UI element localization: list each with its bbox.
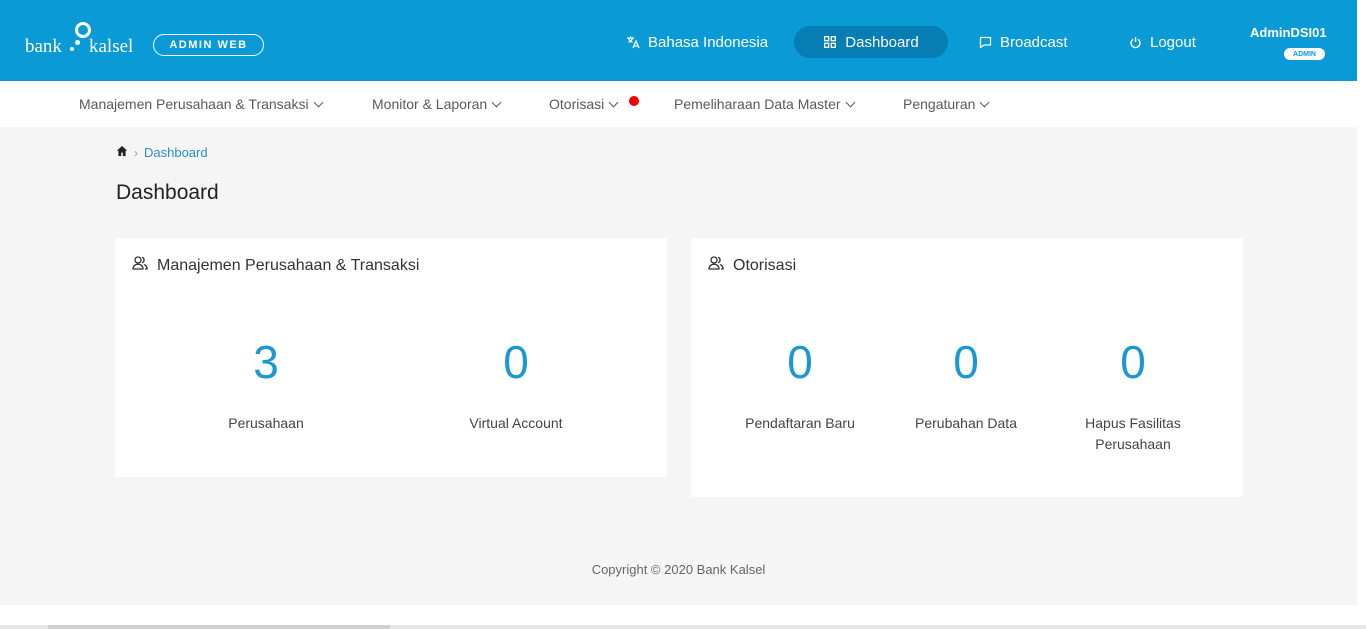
logo-dot-small-icon: [70, 47, 74, 51]
power-icon: [1128, 35, 1142, 49]
menu-label: Monitor & Laporan: [372, 96, 488, 112]
main-menu-bar: Manajemen Perusahaan & Transaksi Monitor…: [0, 81, 1357, 127]
stat-value: 0: [503, 336, 529, 388]
stat-label: Hapus Fasilitas Perusahaan: [1085, 415, 1181, 452]
otorisasi-card: Otorisasi 0 Pendaftaran Baru 0 Perubahan…: [691, 238, 1243, 497]
users-icon: [708, 255, 724, 276]
admin-web-badge: ADMIN WEB: [153, 34, 264, 56]
menu-monitor-laporan[interactable]: Monitor & Laporan: [372, 96, 502, 112]
breadcrumb-separator-icon: ›: [134, 145, 138, 160]
stat-value: 0: [1120, 336, 1146, 388]
stat-value: 0: [953, 336, 979, 388]
page-title: Dashboard: [116, 181, 219, 204]
dashboard-nav-label: Dashboard: [845, 33, 919, 51]
menu-pengaturan[interactable]: Pengaturan: [903, 96, 990, 112]
footer-copyright: Copyright © 2020 Bank Kalsel: [591, 562, 766, 577]
menu-label: Manajemen Perusahaan & Transaksi: [79, 96, 309, 112]
stat-pendaftaran-baru[interactable]: 0 Pendaftaran Baru: [730, 339, 870, 434]
menu-pemeliharaan-data-master[interactable]: Pemeliharaan Data Master: [674, 96, 855, 112]
stat-label: Virtual Account: [469, 415, 563, 431]
broadcast-label: Broadcast: [1000, 33, 1068, 51]
otorisasi-notification-dot: [629, 96, 639, 106]
user-role-badge: ADMIN: [1284, 48, 1325, 60]
broadcast-button[interactable]: Broadcast: [978, 26, 1068, 58]
chevron-down-icon: [979, 97, 990, 107]
stat-hapus-fasilitas[interactable]: 0 Hapus Fasilitas Perusahaan: [1063, 339, 1203, 455]
breadcrumb-dashboard-link[interactable]: Dashboard: [144, 145, 208, 160]
message-icon: [978, 35, 992, 49]
card-header: Manajemen Perusahaan & Transaksi: [132, 255, 419, 276]
menu-label: Pemeliharaan Data Master: [674, 96, 841, 112]
menu-manajemen-perusahaan[interactable]: Manajemen Perusahaan & Transaksi: [79, 96, 324, 112]
logout-button[interactable]: Logout: [1128, 26, 1196, 58]
chevron-down-icon: [845, 97, 855, 107]
language-label: Bahasa Indonesia: [648, 33, 769, 51]
language-button[interactable]: Bahasa Indonesia: [626, 26, 768, 58]
users-icon: [132, 255, 148, 276]
logout-label: Logout: [1150, 33, 1196, 51]
translate-icon: [626, 35, 640, 49]
user-name[interactable]: AdminDSI01: [1250, 25, 1327, 40]
logo-word-bank: bank: [25, 36, 62, 57]
card-title: Otorisasi: [733, 256, 797, 274]
menu-otorisasi[interactable]: Otorisasi: [549, 96, 619, 112]
manajemen-perusahaan-card: Manajemen Perusahaan & Transaksi 3 Perus…: [115, 238, 667, 477]
stat-perusahaan[interactable]: 3 Perusahaan: [176, 339, 356, 434]
scrollbar-gutter: [1357, 0, 1366, 629]
dashboard-nav-button[interactable]: Dashboard: [794, 26, 948, 58]
stat-label: Perubahan Data: [915, 415, 1017, 431]
breadcrumb: › Dashboard: [116, 145, 208, 160]
logo-word-kalsel: kalsel: [89, 36, 134, 57]
home-icon[interactable]: [116, 145, 128, 160]
bottom-tab-edge: [48, 625, 390, 629]
chevron-down-icon: [608, 97, 619, 107]
stat-value: 0: [787, 336, 813, 388]
logo-dot-icon: [75, 40, 80, 45]
stat-label: Pendaftaran Baru: [745, 415, 855, 431]
grid-icon: [823, 35, 837, 49]
top-header: bank kalsel ADMIN WEB Bahasa Indonesia D…: [0, 0, 1357, 81]
stat-virtual-account[interactable]: 0 Virtual Account: [426, 339, 606, 434]
menu-label: Pengaturan: [903, 96, 976, 112]
chevron-down-icon: [313, 97, 324, 107]
card-header: Otorisasi: [708, 255, 796, 276]
card-title: Manajemen Perusahaan & Transaksi: [157, 256, 420, 274]
stat-perubahan-data[interactable]: 0 Perubahan Data: [896, 339, 1036, 434]
stat-label: Perusahaan: [228, 415, 304, 431]
stat-value: 3: [253, 336, 279, 388]
chevron-down-icon: [491, 97, 502, 107]
menu-label: Otorisasi: [549, 96, 605, 112]
app-root: bank kalsel ADMIN WEB Bahasa Indonesia D…: [0, 0, 1357, 605]
